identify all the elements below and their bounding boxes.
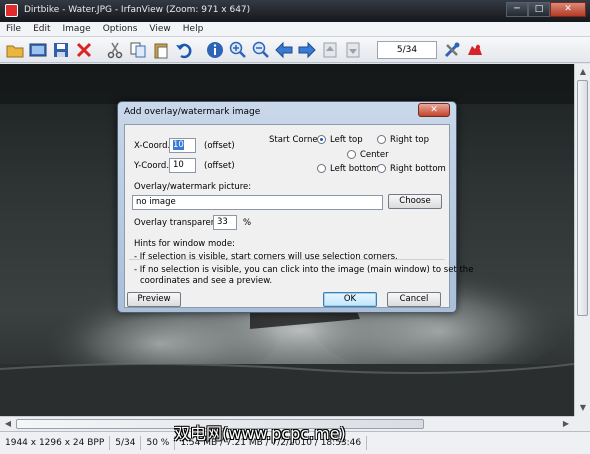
status-dimensions: 1944 x 1296 x 24 BPP [0,436,111,450]
cancel-button[interactable]: Cancel [387,292,441,307]
settings-tools-icon[interactable] [441,39,463,61]
ycoord-unit: (offset) [204,161,235,171]
menu-edit[interactable]: Edit [27,24,56,34]
menu-help[interactable]: Help [177,24,210,34]
page-indicator-field[interactable]: 5/34 [377,40,437,59]
irfanview-cat-icon[interactable] [464,39,486,61]
status-page: 5/34 [110,436,142,450]
radio-right-top-label[interactable]: Right top [390,135,429,145]
open-folder-icon[interactable] [4,39,26,61]
overlay-watermark-dialog: Add overlay/watermark image ✕ X-Coord.: … [117,101,473,313]
paste-icon[interactable] [150,39,172,61]
window-controls: ─ □ ✕ [506,2,586,17]
dialog-body: X-Coord.: 10 (offset) Y-Coord.: 10 (offs… [124,124,473,308]
ycoord-input[interactable]: 10 [169,158,196,173]
radio-center[interactable] [347,150,356,159]
info-icon[interactable] [204,39,226,61]
minimize-button[interactable]: ─ [506,2,528,17]
toolbar: 5/34 [0,37,590,63]
cut-icon[interactable] [104,39,126,61]
hint-no-selection-cont: coordinates and see a preview. [140,276,273,286]
hint-selection: - If selection is visible, start corners… [134,252,398,262]
slideshow-icon[interactable] [27,39,49,61]
save-icon[interactable] [50,39,72,61]
status-zoom: 50 % [141,436,176,450]
radio-left-top[interactable] [317,135,326,144]
start-corner-label: Start Corner: [269,135,324,145]
vertical-scroll-thumb[interactable] [577,80,588,316]
scroll-up-arrow-icon[interactable]: ▲ [576,65,590,79]
maximize-button[interactable]: □ [528,2,550,17]
radio-right-bottom[interactable] [377,164,386,173]
transparency-input[interactable]: 33 [213,215,237,230]
radio-center-label[interactable]: Center [360,150,389,160]
irfanview-app-icon[interactable] [5,4,18,17]
next-arrow-icon[interactable] [296,39,318,61]
scrollbar-corner [574,416,590,431]
radio-right-bottom-label[interactable]: Right bottom [390,164,446,174]
site-watermark: 双电网(www.pcpc.me) [174,424,346,443]
title-bar: Dirtbike - Water.JPG - IrfanView (Zoom: … [0,0,590,22]
scroll-down-arrow-icon[interactable]: ▼ [576,401,590,415]
hints-title: Hints for window mode: [134,239,235,249]
vertical-scrollbar[interactable]: ▲ ▼ [574,64,590,416]
xcoord-label: X-Coord.: [134,141,174,151]
previous-arrow-icon[interactable] [273,39,295,61]
radio-left-bottom-label[interactable]: Left bottom [330,164,379,174]
close-window-button[interactable]: ✕ [550,2,586,17]
radio-left-top-label[interactable]: Left top [330,135,363,145]
delete-icon[interactable] [73,39,95,61]
xcoord-unit: (offset) [204,141,235,151]
radio-left-bottom[interactable] [317,164,326,173]
first-page-icon[interactable] [319,39,341,61]
zoom-in-icon[interactable] [227,39,249,61]
last-page-icon[interactable] [342,39,364,61]
copy-icon[interactable] [127,39,149,61]
scroll-left-arrow-icon[interactable]: ◀ [1,417,15,431]
dialog-title: Add overlay/watermark image [124,107,261,117]
choose-button[interactable]: Choose [388,194,442,209]
dialog-close-button[interactable]: ✕ [418,103,450,117]
zoom-out-icon[interactable] [250,39,272,61]
ycoord-label: Y-Coord.: [134,161,172,171]
undo-icon[interactable] [173,39,195,61]
window-title: Dirtbike - Water.JPG - IrfanView (Zoom: … [24,5,251,15]
menu-file[interactable]: File [0,24,27,34]
radio-right-top[interactable] [377,135,386,144]
menu-bar: File Edit Image Options View Help [0,22,590,37]
menu-image[interactable]: Image [57,24,97,34]
menu-view[interactable]: View [143,24,176,34]
xcoord-input[interactable]: 10 [169,138,196,153]
preview-button[interactable]: Preview [127,292,181,307]
hint-no-selection: - If no selection is visible, you can cl… [134,265,474,275]
irfanview-window: Dirtbike - Water.JPG - IrfanView (Zoom: … [0,0,590,454]
ok-button[interactable]: OK [323,292,377,307]
picture-label: Overlay/watermark picture: [134,182,252,192]
picture-path-input[interactable]: no image [132,195,383,210]
scroll-right-arrow-icon[interactable]: ▶ [559,417,573,431]
menu-options[interactable]: Options [97,24,144,34]
transparency-unit: % [243,218,252,228]
